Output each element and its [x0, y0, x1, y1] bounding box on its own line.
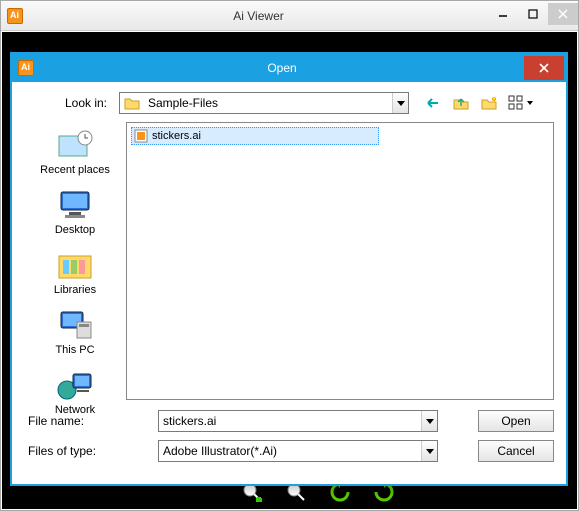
places-bar: Recent places Desktop Libraries This PC … — [24, 122, 126, 400]
nav-icons — [423, 93, 535, 113]
filetype-combo[interactable]: Adobe Illustrator(*.Ai) — [158, 440, 438, 462]
file-item[interactable]: stickers.ai — [131, 127, 379, 145]
dialog-bottom: File name: stickers.ai Open Files of typ… — [24, 410, 554, 462]
place-label: Recent places — [40, 164, 110, 176]
look-in-combo[interactable]: Sample-Files — [119, 92, 409, 114]
window-buttons — [488, 7, 578, 25]
chevron-down-icon[interactable] — [421, 441, 437, 461]
app-icon — [7, 8, 23, 24]
maximize-button[interactable] — [518, 3, 548, 25]
file-name: stickers.ai — [152, 130, 201, 142]
dialog-app-icon — [18, 60, 34, 76]
dialog-titlebar: Open — [12, 54, 566, 82]
desktop-icon — [55, 188, 95, 222]
main-title: Ai Viewer — [29, 9, 488, 23]
filename-value: stickers.ai — [159, 414, 421, 428]
dialog-body: Look in: Sample-Files — [12, 82, 566, 484]
filetype-value: Adobe Illustrator(*.Ai) — [159, 444, 421, 458]
filetype-row: Files of type: Adobe Illustrator(*.Ai) C… — [24, 440, 554, 462]
view-grid-icon — [507, 94, 525, 112]
recent-places-icon — [55, 128, 95, 162]
dialog-close-button[interactable] — [524, 56, 564, 80]
look-in-value: Sample-Files — [144, 96, 392, 110]
back-icon[interactable] — [423, 93, 443, 113]
folder-icon — [124, 95, 140, 111]
filename-row: File name: stickers.ai Open — [24, 410, 554, 432]
up-folder-icon[interactable] — [451, 93, 471, 113]
filename-label: File name: — [24, 414, 130, 428]
place-label: Desktop — [55, 224, 95, 236]
network-icon — [55, 368, 95, 402]
place-this-pc[interactable]: This PC — [33, 304, 117, 360]
this-pc-icon — [55, 308, 95, 342]
filetype-label: Files of type: — [24, 444, 130, 458]
libraries-icon — [55, 248, 95, 282]
new-folder-icon[interactable] — [479, 93, 499, 113]
place-label: This PC — [55, 344, 94, 356]
open-button[interactable]: Open — [478, 410, 554, 432]
chevron-down-icon[interactable] — [392, 93, 408, 113]
place-recent[interactable]: Recent places — [33, 124, 117, 180]
place-desktop[interactable]: Desktop — [33, 184, 117, 240]
view-menu[interactable] — [507, 94, 535, 112]
place-network[interactable]: Network — [33, 364, 117, 420]
chevron-down-icon — [525, 94, 535, 112]
cancel-button[interactable]: Cancel — [478, 440, 554, 462]
open-dialog: Open Look in: Sample-Files — [10, 52, 568, 486]
dialog-title: Open — [40, 61, 524, 75]
ai-file-icon — [134, 129, 148, 143]
file-list[interactable]: stickers.ai — [126, 122, 554, 400]
filename-combo[interactable]: stickers.ai — [158, 410, 438, 432]
look-in-row: Look in: Sample-Files — [24, 92, 554, 114]
place-label: Libraries — [54, 284, 96, 296]
dialog-content: Recent places Desktop Libraries This PC … — [24, 122, 554, 400]
close-button[interactable] — [548, 3, 578, 25]
look-in-label: Look in: — [24, 96, 119, 110]
main-titlebar: Ai Viewer — [1, 1, 578, 31]
place-libraries[interactable]: Libraries — [33, 244, 117, 300]
chevron-down-icon[interactable] — [421, 411, 437, 431]
minimize-button[interactable] — [488, 3, 518, 25]
